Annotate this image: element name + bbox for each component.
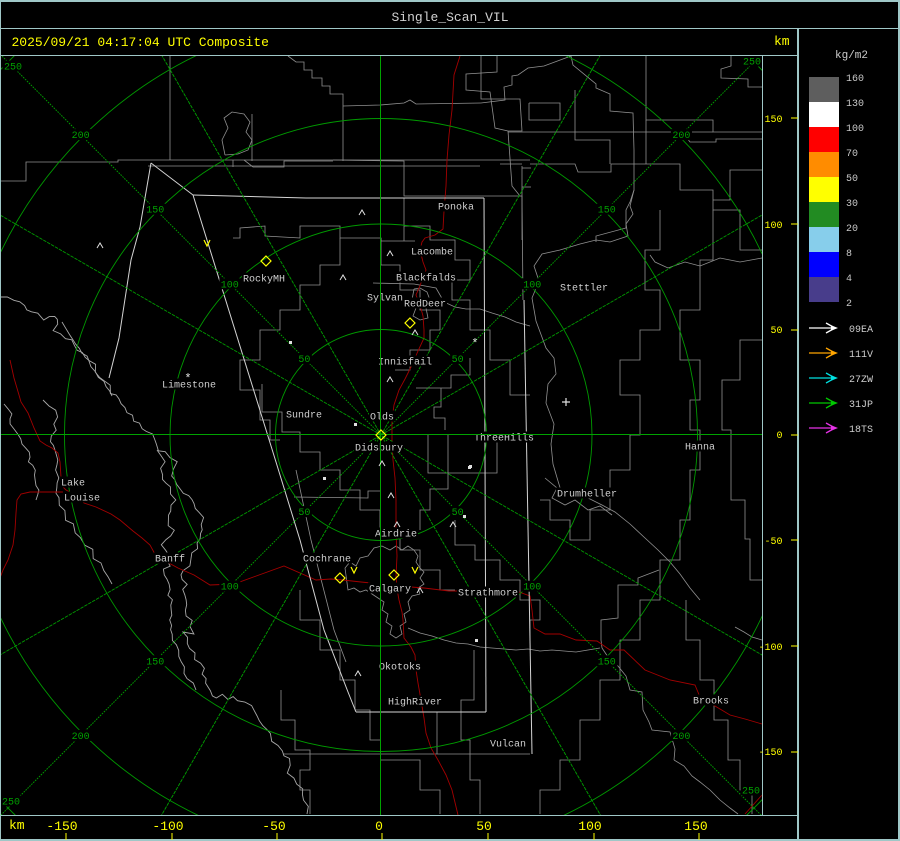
svg-text:-100: -100 (758, 643, 782, 654)
svg-text:200: 200 (72, 732, 90, 743)
svg-text:Okotoks: Okotoks (379, 662, 421, 674)
svg-text:RockyMH: RockyMH (243, 274, 285, 286)
svg-text:Ponoka: Ponoka (438, 202, 474, 214)
svg-text:-150: -150 (758, 748, 782, 759)
svg-text:50: 50 (298, 508, 310, 519)
svg-text:100: 100 (846, 124, 864, 135)
svg-text:-100: -100 (152, 819, 183, 834)
svg-text:-50: -50 (262, 819, 285, 834)
svg-text:100: 100 (523, 280, 541, 291)
svg-text:Olds: Olds (370, 412, 394, 424)
svg-text:150: 150 (146, 657, 164, 668)
svg-text:250: 250 (742, 787, 760, 798)
svg-text:30: 30 (846, 199, 858, 210)
svg-text:150: 150 (598, 657, 616, 668)
svg-text:18TS: 18TS (849, 425, 873, 436)
svg-text:200: 200 (672, 131, 690, 142)
svg-text:50: 50 (452, 508, 464, 519)
svg-text:*: * (471, 337, 478, 351)
svg-text:70: 70 (846, 149, 858, 160)
svg-text:250: 250 (4, 63, 22, 74)
svg-text:0: 0 (375, 819, 383, 834)
svg-text:Innisfail: Innisfail (378, 357, 432, 369)
svg-text:Lake: Lake (61, 478, 85, 490)
svg-text:31JP: 31JP (849, 400, 873, 411)
svg-text:160: 160 (846, 74, 864, 85)
svg-text:100: 100 (221, 583, 239, 594)
svg-text:130: 130 (846, 99, 864, 110)
svg-text:Lacombe: Lacombe (411, 247, 453, 259)
svg-text:-150: -150 (46, 819, 77, 834)
svg-text:50: 50 (452, 355, 464, 366)
svg-text:200: 200 (72, 131, 90, 142)
svg-text:Strathmore: Strathmore (458, 588, 518, 600)
svg-text:100: 100 (523, 583, 541, 594)
svg-text:Vulcan: Vulcan (490, 739, 526, 751)
svg-text:Calgary: Calgary (369, 584, 411, 596)
svg-text:Hanna: Hanna (685, 443, 715, 454)
svg-text:200: 200 (672, 732, 690, 743)
svg-text:RedDeer: RedDeer (404, 299, 446, 311)
svg-text:09EA: 09EA (849, 325, 873, 336)
svg-text:20: 20 (846, 224, 858, 235)
svg-text:km: km (9, 818, 25, 833)
svg-text:Drumheller: Drumheller (557, 489, 617, 501)
svg-text:Cochrane: Cochrane (303, 554, 351, 566)
svg-text:4: 4 (846, 274, 852, 285)
svg-text:Stettler: Stettler (560, 283, 608, 295)
svg-text:100: 100 (221, 280, 239, 291)
svg-text:Didsbury: Didsbury (355, 443, 403, 455)
svg-text:50: 50 (476, 819, 492, 834)
svg-text:km: km (774, 34, 790, 49)
svg-text:250: 250 (2, 798, 20, 809)
svg-text:Single_Scan_VIL: Single_Scan_VIL (391, 10, 508, 25)
svg-text:150: 150 (598, 206, 616, 217)
svg-text:50: 50 (298, 355, 310, 366)
svg-text:250: 250 (743, 58, 761, 69)
svg-text:50: 50 (770, 326, 782, 337)
svg-text:27ZW: 27ZW (849, 375, 873, 386)
svg-text:-50: -50 (764, 537, 782, 548)
svg-text:HighRiver: HighRiver (388, 697, 442, 709)
svg-text:100: 100 (578, 819, 601, 834)
svg-text:Sylvan: Sylvan (367, 293, 403, 305)
svg-text:Blackfalds: Blackfalds (396, 273, 456, 285)
svg-text:150: 150 (764, 115, 782, 126)
svg-text:*: * (184, 372, 191, 386)
svg-text:2: 2 (846, 299, 852, 310)
svg-text:150: 150 (146, 206, 164, 217)
svg-text:Brooks: Brooks (693, 696, 729, 708)
svg-text:Banff: Banff (155, 554, 185, 566)
svg-text:2025/09/21 04:17:04 UTC Compos: 2025/09/21 04:17:04 UTC Composite (12, 35, 269, 50)
svg-text:0: 0 (776, 431, 782, 442)
svg-text:Louise: Louise (64, 493, 100, 505)
svg-text:Airdrie: Airdrie (375, 529, 417, 541)
svg-text:Sundre: Sundre (286, 410, 322, 422)
svg-text:kg/m2: kg/m2 (835, 50, 868, 62)
svg-text:150: 150 (684, 819, 707, 834)
svg-text:111V: 111V (849, 350, 873, 361)
svg-text:8: 8 (846, 249, 852, 260)
svg-text:50: 50 (846, 174, 858, 185)
svg-text:100: 100 (764, 221, 782, 232)
